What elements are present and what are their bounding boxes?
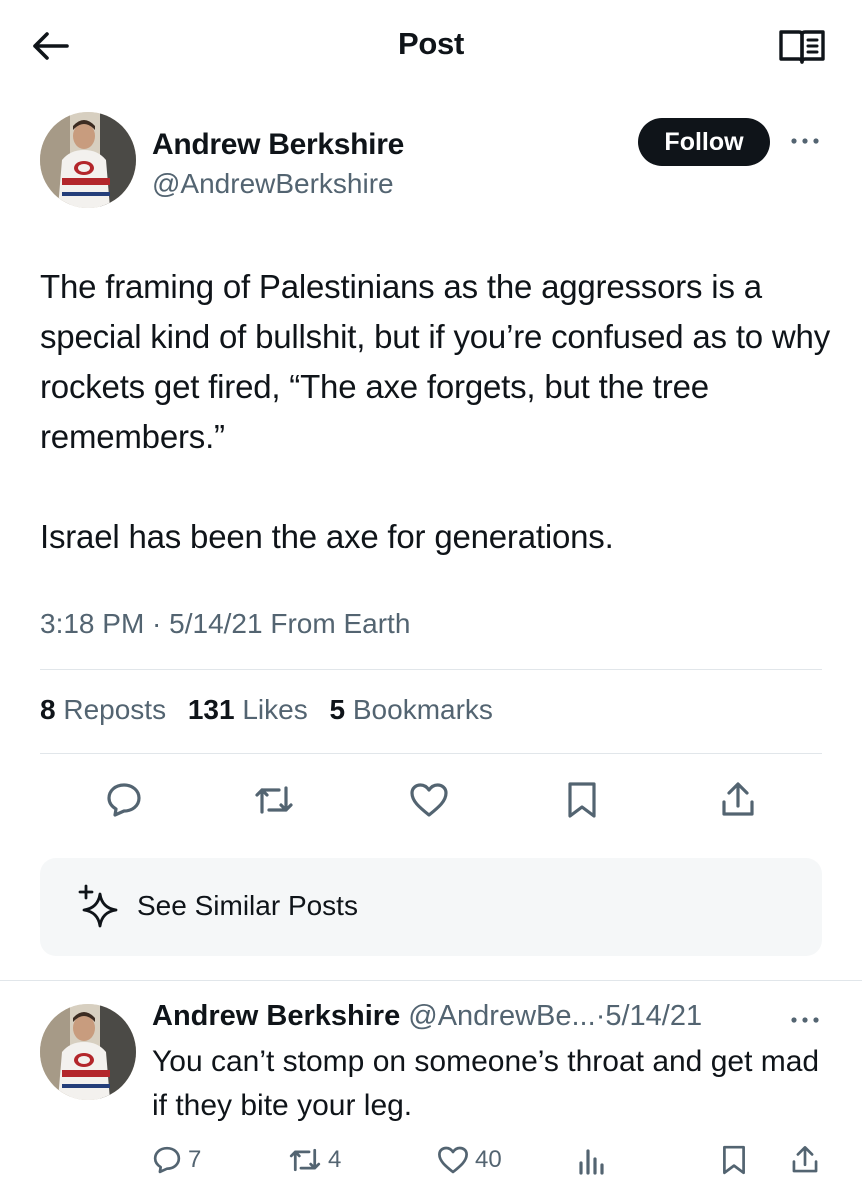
bookmarks-label: Bookmarks [352,694,493,725]
reposts-stat[interactable]: 8 Reposts [40,694,166,726]
divider [0,980,862,981]
reply-views-button[interactable] [576,1140,608,1180]
reply-bookmark-button[interactable] [720,1140,748,1180]
like-icon [410,783,448,817]
author-handle[interactable]: @AndrewBerkshire [152,168,394,200]
see-similar-posts-label: See Similar Posts [137,890,358,921]
avatar[interactable] [40,112,136,208]
repost-icon [289,1148,321,1172]
post-author: Andrew Berkshire @AndrewBerkshire Follow [40,112,830,212]
share-icon [792,1146,818,1173]
reply-text: You can’t stomp on someone’s throat and … [152,1045,820,1122]
reposts-count: 8 [40,694,56,725]
reply-share-button[interactable] [790,1140,820,1180]
reply-likes-count: 40 [475,1146,502,1173]
reply-reply-button[interactable]: 7 [152,1140,201,1180]
bookmarks-count: 5 [329,694,346,725]
more-options-button[interactable] [785,126,825,156]
top-bar: Post [0,0,862,90]
reply-author-name[interactable]: Andrew Berkshire [152,1000,400,1032]
divider [40,753,822,754]
like-button[interactable] [405,776,453,824]
reply-icon [153,1146,181,1174]
reply-like-button[interactable]: 40 [437,1140,502,1180]
post-timestamp[interactable]: 3:18 PM · 5/14/21 From Earth [40,608,410,640]
reply-avatar[interactable] [40,1004,136,1100]
likes-count: 131 [187,694,235,725]
page-title: Post [398,26,464,61]
likes-stat[interactable]: 131 Likes [188,694,308,726]
reply-repost-button[interactable]: 4 [288,1140,341,1180]
see-similar-posts-button[interactable]: See Similar Posts [40,858,822,956]
reply-replies-count: 7 [188,1146,202,1173]
more-horizontal-icon [791,138,819,144]
like-icon [438,1146,468,1174]
more-horizontal-icon [791,1017,819,1023]
reply-reposts-count: 4 [328,1146,342,1173]
author-name[interactable]: Andrew Berkshire [152,128,404,162]
reply-more-options-button[interactable] [785,1006,825,1034]
reply-header: Andrew Berkshire @AndrewBe...·5/14/21 [152,1000,702,1033]
post-paragraph: Israel has been the axe for generations. [40,518,614,555]
bookmark-icon [723,1145,745,1175]
reader-mode-icon [779,30,825,64]
reply-separator: · [595,1000,606,1032]
bookmark-icon [568,782,596,818]
repost-button[interactable] [250,776,298,824]
likes-label: Likes [242,694,308,725]
sparkle-icon [78,884,118,928]
share-button[interactable] [714,776,762,824]
reply-button[interactable] [100,776,148,824]
follow-button[interactable]: Follow [638,118,770,166]
reply-icon [107,783,141,817]
post-stats: 8 Reposts 131 Likes 5 Bookmarks [40,694,507,726]
bookmark-button[interactable] [558,776,606,824]
divider [40,669,822,670]
post-paragraph: The framing of Palestinians as the aggre… [40,268,831,455]
repost-icon [255,786,293,814]
reposts-label: Reposts [63,694,167,725]
bookmarks-stat[interactable]: 5 Bookmarks [330,694,493,726]
analytics-icon [579,1149,604,1175]
reader-mode-button[interactable] [776,24,828,68]
post-text: The framing of Palestinians as the aggre… [40,262,830,562]
share-icon [722,782,754,816]
reply-date[interactable]: 5/14/21 [605,1000,702,1032]
reply-author-handle[interactable]: @AndrewBe... [408,1000,595,1032]
